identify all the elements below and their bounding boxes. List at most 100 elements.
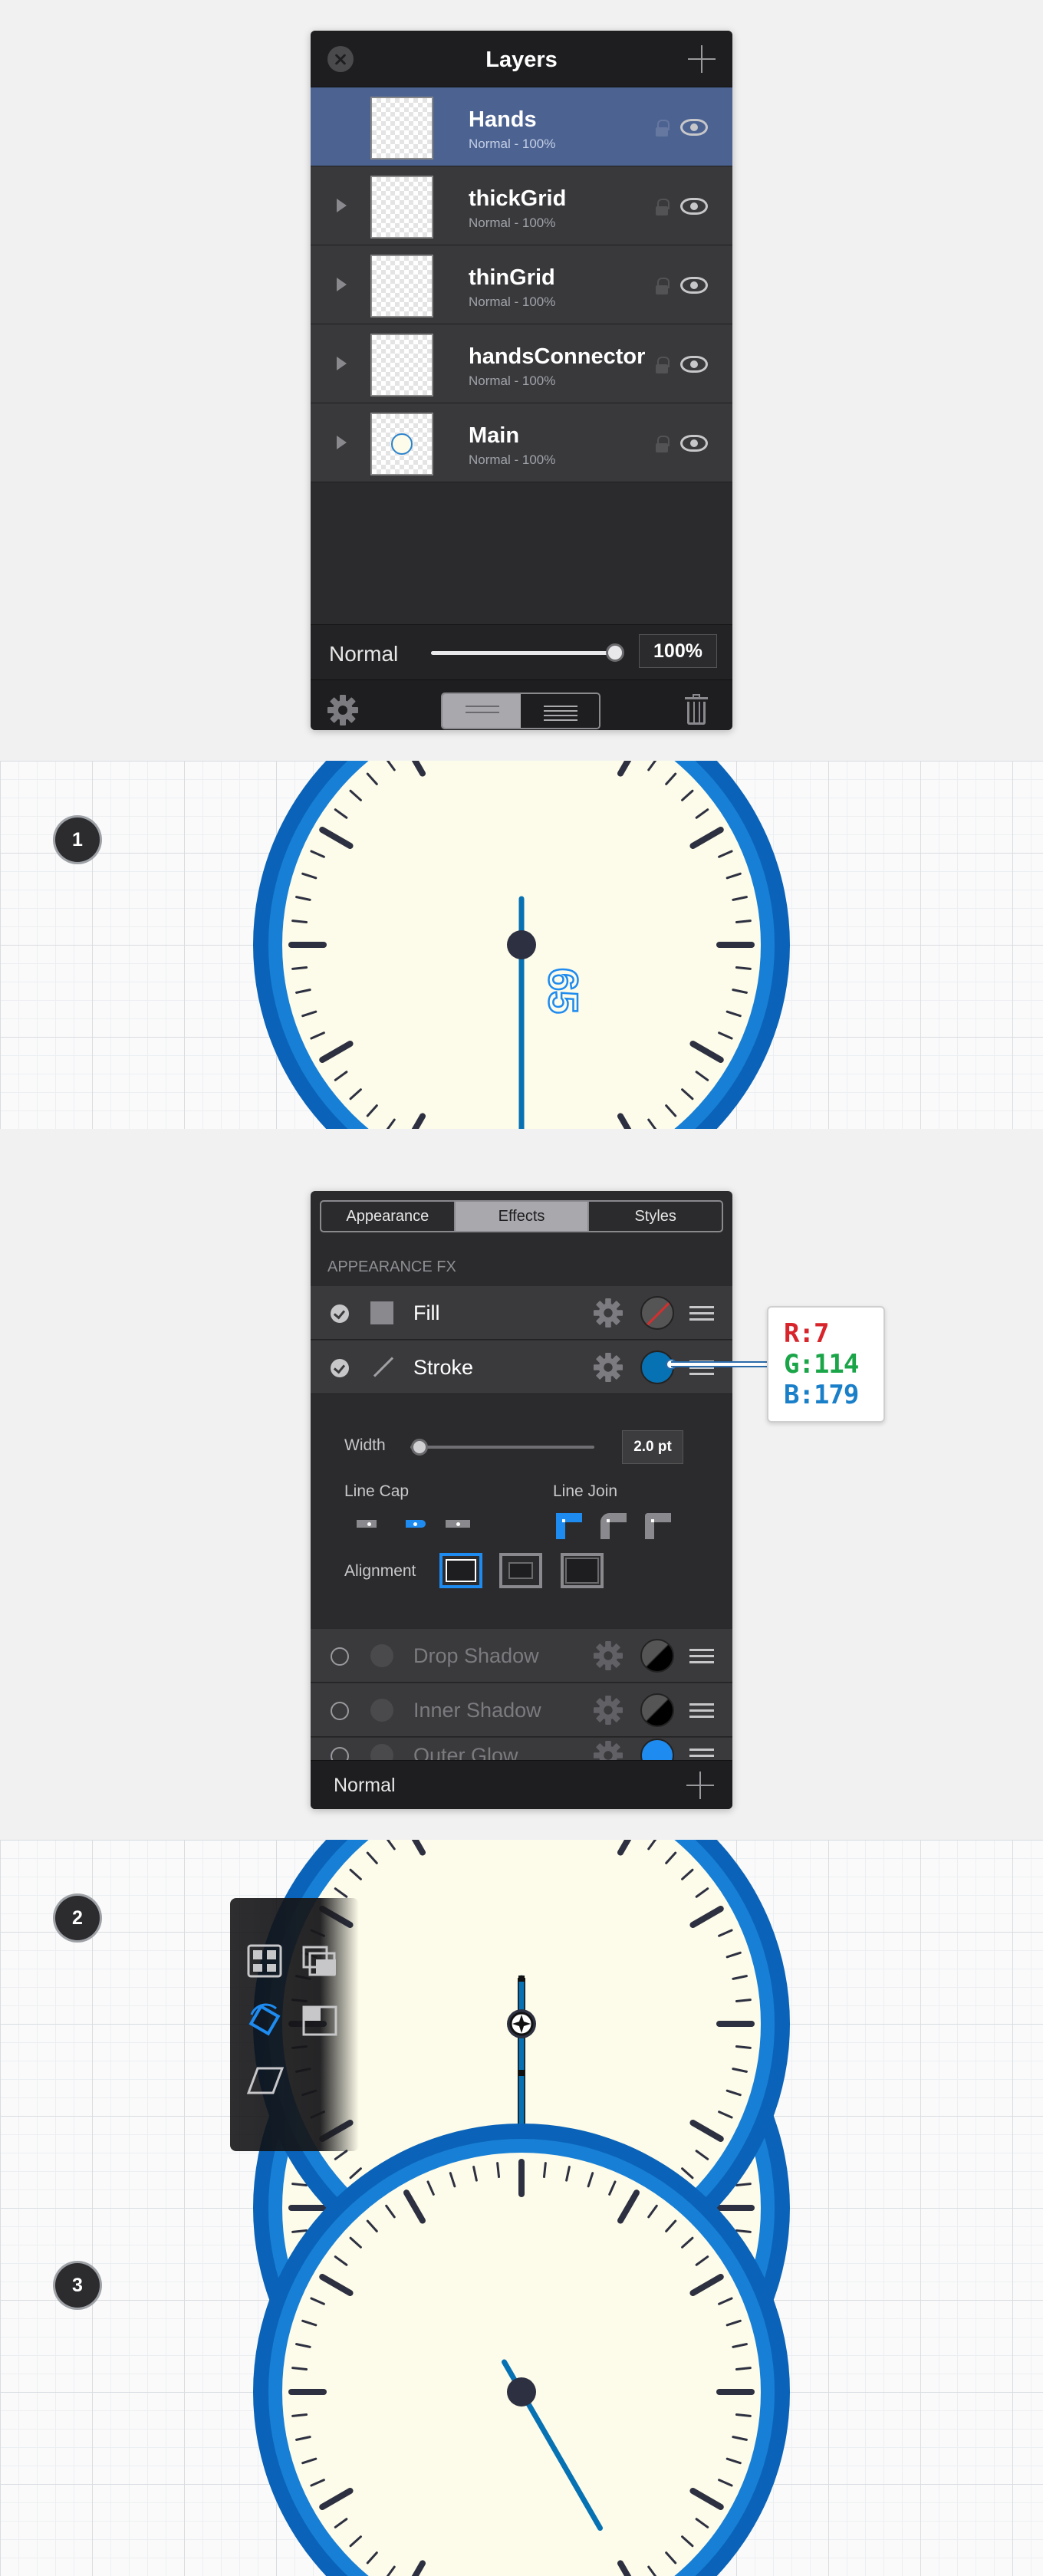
layer-thumbnail — [370, 413, 433, 475]
align-inside-button[interactable] — [499, 1553, 542, 1588]
gear-icon[interactable] — [594, 1741, 623, 1760]
align-outside-button[interactable] — [561, 1553, 604, 1588]
arrange-tool-icon[interactable] — [301, 1941, 341, 1981]
rotate-tool-icon[interactable] — [245, 2001, 285, 2041]
tab-effects[interactable]: Effects — [455, 1202, 590, 1231]
green-value: G:114 — [784, 1349, 859, 1380]
trash-icon[interactable] — [685, 694, 708, 726]
layers-title: Layers — [485, 48, 558, 72]
fx-label: Fill — [413, 1301, 440, 1324]
effect-toggle[interactable] — [331, 1702, 349, 1720]
skew-tool-icon[interactable] — [245, 2061, 285, 2101]
layer-row-thingrid[interactable]: thinGrid Normal - 100% — [311, 245, 732, 324]
miter-join-button[interactable] — [551, 1508, 582, 1539]
effect-toggle[interactable] — [331, 1747, 349, 1760]
fx-row-inner-shadow[interactable]: Inner Shadow — [311, 1683, 732, 1737]
layer-name: thickGrid — [469, 186, 567, 211]
minor-tick — [735, 2045, 752, 2049]
eye-icon[interactable] — [680, 435, 708, 452]
scale-tool-icon[interactable] — [301, 2001, 341, 2041]
stroke-settings: Width 2.0 pt Line Cap Line Join Alignmen… — [311, 1416, 732, 1629]
lock-icon[interactable] — [656, 278, 670, 294]
add-effect-plus-icon[interactable] — [686, 1772, 714, 1799]
gear-icon[interactable] — [594, 1696, 623, 1725]
gear-icon[interactable] — [594, 1353, 623, 1382]
clock-step2-3 — [253, 1840, 790, 2576]
layers-empty-area — [311, 482, 732, 624]
eye-icon[interactable] — [680, 356, 708, 373]
drag-handle-icon[interactable] — [689, 1703, 714, 1722]
step-badge-3: 3 — [55, 2263, 100, 2308]
add-layer-plus-icon[interactable] — [688, 45, 716, 73]
layer-mode: Normal - 100% — [469, 215, 556, 230]
section-label: APPEARANCE FX — [327, 1258, 456, 1275]
drag-handle-icon[interactable] — [689, 1749, 714, 1760]
drag-handle-icon[interactable] — [689, 1649, 714, 1667]
fx-row-drop-shadow[interactable]: Drop Shadow — [311, 1629, 732, 1683]
tab-styles[interactable]: Styles — [589, 1202, 722, 1231]
layer-row-handsconnector[interactable]: handsConnector Normal - 100% — [311, 324, 732, 403]
width-value[interactable]: 2.0 pt — [622, 1430, 683, 1464]
minor-tick — [291, 920, 308, 924]
lock-icon[interactable] — [656, 199, 670, 215]
lock-icon[interactable] — [656, 120, 670, 137]
lock-icon[interactable] — [656, 436, 670, 452]
drag-handle-icon[interactable] — [689, 1306, 714, 1324]
effect-dot-icon — [370, 1744, 393, 1760]
fx-row-fill[interactable]: Fill — [311, 1286, 732, 1340]
blend-mode-label[interactable]: Normal — [329, 642, 398, 666]
butt-cap-button[interactable] — [357, 1510, 390, 1538]
width-slider-knob[interactable] — [411, 1439, 428, 1456]
round-join-button[interactable] — [596, 1508, 627, 1539]
gear-icon[interactable] — [594, 1298, 623, 1327]
layer-name: Hands — [469, 107, 537, 132]
fx-row-outer-glow[interactable]: Outer Glow — [311, 1738, 732, 1761]
opacity-slider[interactable] — [431, 643, 624, 662]
footer-blend-label[interactable]: Normal — [334, 1775, 396, 1797]
layer-row-main[interactable]: Main Normal - 100% — [311, 403, 732, 482]
round-cap-button[interactable] — [400, 1510, 433, 1538]
layer-row-hands[interactable]: Hands Normal - 100% — [311, 87, 732, 166]
shadow-color-swatch[interactable] — [640, 1693, 674, 1727]
align-center-button[interactable] — [439, 1553, 482, 1588]
transform-toolbar — [230, 1898, 359, 2151]
effect-toggle[interactable] — [331, 1647, 349, 1666]
gear-icon[interactable] — [327, 695, 358, 725]
callout-leader-line — [671, 1361, 767, 1367]
disclosure-triangle-icon[interactable] — [337, 278, 347, 291]
no-fill-swatch[interactable] — [640, 1296, 674, 1330]
view-mode-compact-button[interactable] — [521, 694, 599, 728]
opacity-slider-knob[interactable] — [606, 643, 624, 662]
fx-label: Inner Shadow — [413, 1699, 541, 1722]
circle-thumbnail-icon — [391, 433, 413, 455]
lock-icon[interactable] — [656, 357, 670, 373]
view-mode-large-button[interactable] — [443, 694, 521, 728]
rgb-callout: R:7 G:114 B:179 — [767, 1306, 885, 1423]
eye-icon[interactable] — [680, 198, 708, 215]
eye-icon[interactable] — [680, 119, 708, 136]
disclosure-triangle-icon[interactable] — [337, 436, 347, 449]
minor-tick — [735, 1999, 752, 2003]
line-cap-label: Line Cap — [344, 1482, 410, 1500]
layer-thumbnail — [370, 176, 433, 239]
gear-icon[interactable] — [594, 1641, 623, 1670]
square-cap-button[interactable] — [446, 1510, 479, 1538]
glow-color-swatch[interactable] — [640, 1739, 674, 1760]
minor-tick — [291, 2229, 308, 2233]
disclosure-triangle-icon[interactable] — [337, 199, 347, 212]
shadow-color-swatch[interactable] — [640, 1639, 674, 1673]
layer-thumbnail — [370, 334, 433, 396]
width-label: Width — [344, 1436, 386, 1454]
checkmark-icon[interactable] — [331, 1359, 349, 1377]
align-tool-icon[interactable] — [245, 1941, 285, 1981]
minor-tick — [735, 920, 752, 924]
opacity-value[interactable]: 100% — [639, 634, 717, 668]
layer-row-thickgrid[interactable]: thickGrid Normal - 100% — [311, 166, 732, 245]
tab-appearance[interactable]: Appearance — [321, 1202, 456, 1231]
width-slider[interactable] — [410, 1439, 594, 1456]
eye-icon[interactable] — [680, 277, 708, 294]
view-mode-segmented-control — [441, 693, 600, 729]
disclosure-triangle-icon[interactable] — [337, 357, 347, 370]
checkmark-icon[interactable] — [331, 1304, 349, 1323]
bevel-join-button[interactable] — [640, 1508, 671, 1539]
